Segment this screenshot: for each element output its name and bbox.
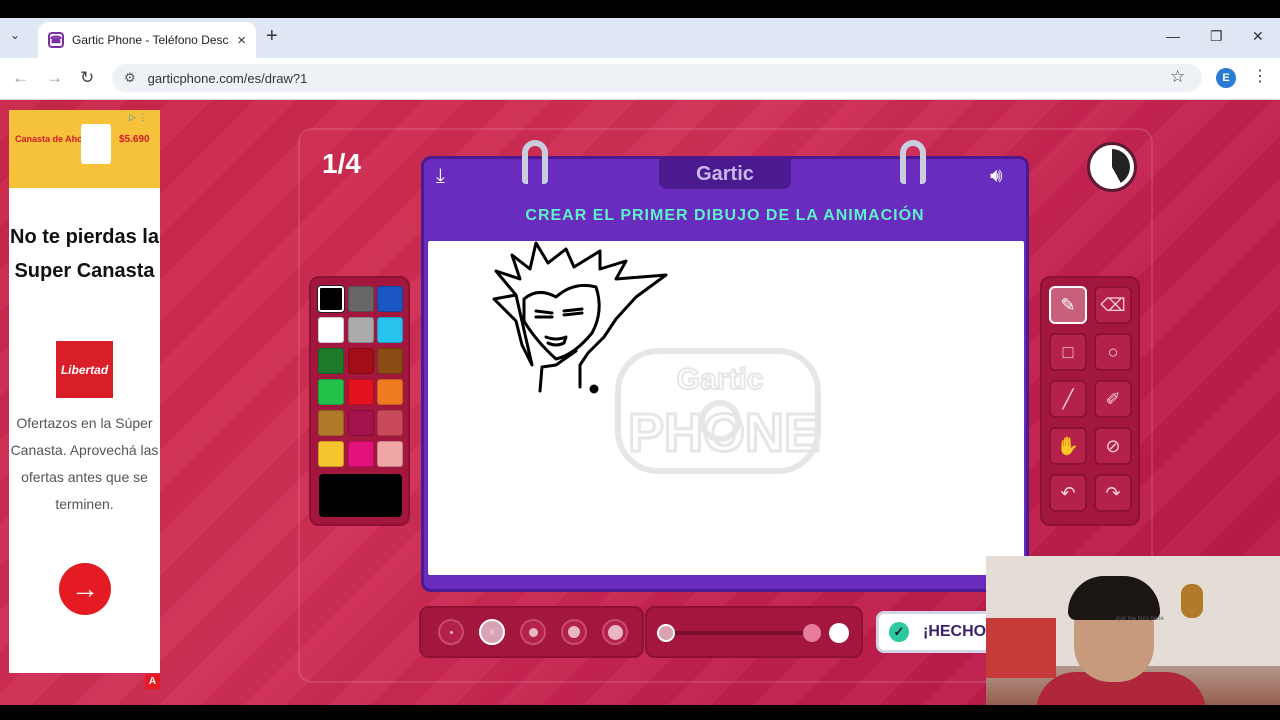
color-swatch[interactable]	[347, 348, 374, 374]
rectangle-tool[interactable]: □	[1049, 333, 1087, 371]
close-window-icon[interactable]: ✕	[1252, 28, 1264, 45]
site-settings-icon[interactable]: ⚙	[124, 70, 136, 86]
ad-headline: No te pierdas la Super Canasta	[10, 226, 159, 282]
side-advertisement[interactable]: ▷ ⋮ Canasta de Ahorro $5.690 No te pierd…	[9, 110, 160, 673]
opacity-track[interactable]	[669, 631, 819, 635]
watermark-bottom: PHONE	[628, 403, 820, 463]
opacity-min-dot	[657, 624, 675, 642]
opacity-knob[interactable]	[803, 624, 821, 642]
ad-brand-logo: Libertad	[56, 341, 113, 398]
color-swatch[interactable]	[347, 286, 374, 312]
card-ring-right	[900, 140, 926, 184]
brush-size-option[interactable]	[479, 619, 505, 645]
brush-size-option[interactable]	[520, 619, 546, 645]
color-swatch[interactable]	[377, 286, 403, 312]
download-icon[interactable]: ⤓	[436, 165, 445, 188]
back-icon[interactable]: ←	[12, 68, 29, 88]
profile-avatar[interactable]: E	[1216, 68, 1236, 88]
color-swatch[interactable]	[318, 317, 344, 343]
line-tool[interactable]: ╱	[1049, 380, 1087, 418]
minimize-icon[interactable]: —	[1166, 28, 1180, 44]
opacity-slider[interactable]	[645, 606, 863, 658]
ad-banner-price: $5.690	[119, 134, 150, 145]
new-tab-button[interactable]: +	[266, 26, 278, 46]
ellipse-tool[interactable]: ○	[1094, 333, 1132, 371]
round-counter: 1/4	[322, 148, 361, 179]
redo-tool[interactable]: ↷	[1094, 474, 1132, 512]
color-swatch[interactable]	[318, 286, 344, 312]
pencil-tool[interactable]: ✎	[1049, 286, 1087, 324]
drawing-canvas[interactable]: Gartic PHONE	[428, 241, 1024, 575]
fill-tool[interactable]: ✋	[1049, 427, 1087, 465]
webcam-overlay: que me hizo pane	[986, 556, 1280, 720]
color-swatch[interactable]	[377, 317, 403, 343]
reload-icon[interactable]: ↻	[80, 68, 94, 88]
color-swatch[interactable]	[318, 441, 344, 467]
color-swatch[interactable]	[377, 379, 403, 405]
webcam-furniture	[986, 618, 1056, 678]
drawing-card: Gartic ⤓ 🔊︎ CREAR EL PRIMER DIBUJO DE LA…	[421, 156, 1029, 592]
brush-size-selector	[419, 606, 644, 658]
done-label: ¡HECHO	[923, 623, 987, 640]
color-swatch[interactable]	[347, 441, 374, 467]
gartic-favicon-icon: ☎	[48, 32, 64, 48]
eyedropper-tool[interactable]: ✐	[1094, 380, 1132, 418]
instruction-text: CREAR EL PRIMER DIBUJO DE LA ANIMACIÓN	[525, 207, 925, 224]
bottom-black-bar	[0, 705, 1280, 720]
card-ring-left	[522, 140, 548, 184]
current-color-preview	[319, 474, 402, 517]
tab-title: Gartic Phone - Teléfono Descon	[72, 33, 230, 47]
tool-panel: ✎ ⌫ □ ○ ╱ ✐ ✋ ⊘ ↶ ↷	[1040, 276, 1140, 526]
ad-product-image	[81, 124, 111, 164]
browser-menu-icon[interactable]: ⋮	[1252, 66, 1268, 86]
timer-clock-icon	[1087, 142, 1137, 192]
ad-arrow-button[interactable]: →	[59, 563, 111, 615]
brush-size-option[interactable]	[561, 619, 587, 645]
color-swatch[interactable]	[318, 348, 344, 374]
clear-tool[interactable]: ⊘	[1094, 427, 1132, 465]
opacity-max-dot	[829, 623, 849, 643]
color-swatch[interactable]	[377, 348, 403, 374]
adchoices-icon[interactable]: ▷ ⋮	[129, 112, 147, 123]
close-tab-icon[interactable]: ×	[237, 32, 246, 49]
guitar-icon	[1181, 584, 1203, 618]
webcam-overlay-text: que me hizo pane	[1116, 616, 1164, 622]
sketch-figure	[492, 241, 668, 394]
ad-badge[interactable]: A	[145, 674, 160, 689]
screen: ⌄ ☎ Gartic Phone - Teléfono Descon × + —…	[0, 0, 1280, 720]
browser-tab[interactable]: ☎ Gartic Phone - Teléfono Descon ×	[38, 22, 256, 58]
color-swatch[interactable]	[347, 317, 374, 343]
address-bar[interactable]: ⚙ garticphone.com/es/draw?1	[112, 64, 1202, 92]
top-black-bar	[0, 0, 1280, 18]
color-palette	[309, 276, 410, 526]
color-swatch[interactable]	[377, 410, 403, 436]
color-swatch[interactable]	[377, 441, 403, 467]
sound-icon[interactable]: 🔊︎	[990, 165, 1003, 188]
done-button[interactable]: ✓ ¡HECHO	[876, 611, 1001, 653]
color-swatch[interactable]	[347, 379, 374, 405]
color-swatch[interactable]	[347, 410, 374, 436]
url-text: garticphone.com/es/draw?1	[147, 70, 308, 86]
color-swatch[interactable]	[318, 379, 344, 405]
check-icon: ✓	[889, 622, 909, 642]
brush-size-option[interactable]	[438, 619, 464, 645]
watermark-top: Gartic	[677, 363, 764, 396]
restore-icon[interactable]: ❐	[1210, 28, 1223, 45]
ad-body-text: Ofertazos en la Súper Canasta. Aprovechá…	[10, 415, 159, 512]
eraser-tool[interactable]: ⌫	[1094, 286, 1132, 324]
ad-banner[interactable]: ▷ ⋮ Canasta de Ahorro $5.690	[9, 110, 160, 188]
canvas-drawing: Gartic PHONE	[492, 241, 822, 474]
forward-icon[interactable]: →	[46, 68, 63, 88]
color-swatch[interactable]	[318, 410, 344, 436]
undo-tool[interactable]: ↶	[1049, 474, 1087, 512]
tab-search-icon[interactable]: ⌄	[10, 28, 20, 42]
brush-size-option[interactable]	[602, 619, 628, 645]
bookmark-star-icon[interactable]: ☆	[1170, 67, 1185, 87]
gartic-logo: Gartic	[659, 159, 791, 189]
